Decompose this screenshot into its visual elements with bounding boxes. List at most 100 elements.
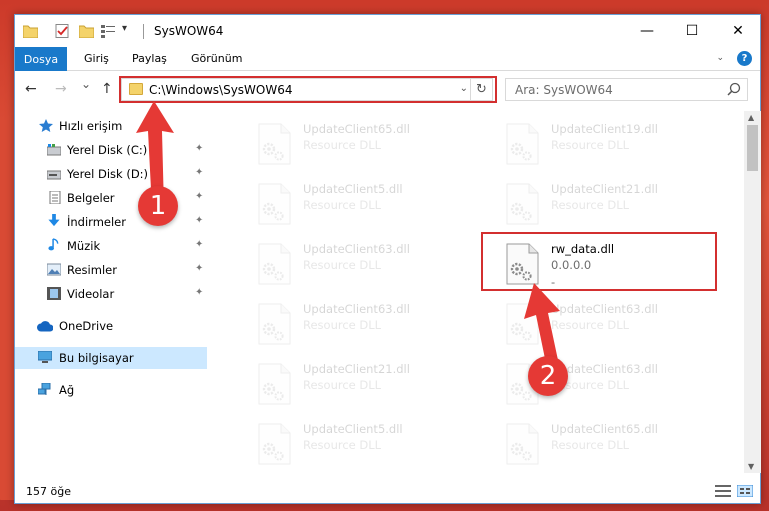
tab-file[interactable]: Dosya	[15, 47, 67, 71]
file-item[interactable]: UpdateClient65.dll Resource DLL	[229, 117, 469, 177]
forward-button[interactable]: →	[55, 81, 67, 97]
file-list: UpdateClient65.dll Resource DLL UpdateClie…	[209, 111, 743, 473]
search-box[interactable]: Ara: SysWOW64	[505, 78, 748, 101]
window-title: SysWOW64	[154, 24, 224, 38]
title-bar: ▾ SysWOW64 — ☐ ✕	[15, 15, 760, 47]
sidebar-item-network[interactable]: Ağ	[15, 379, 207, 401]
document-icon	[49, 191, 61, 204]
file-description: Resource DLL	[303, 378, 382, 392]
file-item[interactable]: UpdateClient5.dll Resource DLL	[229, 417, 469, 473]
dll-file-icon	[506, 183, 539, 225]
sidebar-item-videos[interactable]: Videolar ✦	[15, 283, 207, 305]
sidebar-item-label: Ağ	[59, 383, 75, 397]
file-name: UpdateClient65.dll	[551, 422, 658, 436]
explorer-window: ▾ SysWOW64 — ☐ ✕ Dosya Giriş Paylaş Görü…	[14, 14, 761, 504]
file-item[interactable]: UpdateClient5.dll Resource DLL	[229, 177, 469, 237]
video-icon	[47, 287, 61, 300]
back-button[interactable]: ←	[25, 81, 37, 97]
file-item[interactable]: UpdateClient63.dll Resource DLL	[477, 297, 717, 357]
item-count: 157 öğe	[26, 485, 71, 498]
details-view-icon[interactable]	[715, 485, 731, 497]
recent-locations-button[interactable]: ⌄	[81, 77, 91, 91]
pin-icon[interactable]: ✦	[195, 287, 203, 298]
file-description: Resource DLL	[551, 438, 630, 452]
scroll-down-icon[interactable]: ▼	[748, 462, 754, 471]
customize-toolbar-icon[interactable]: ▾	[122, 23, 127, 34]
close-button[interactable]: ✕	[715, 15, 761, 47]
navigation-bar: ← → ⌄ ↑ C:\Windows\SysWOW64 ⌄ ↻ Ara: Sys…	[15, 71, 760, 107]
sidebar-item-onedrive[interactable]: OneDrive	[15, 315, 207, 337]
dll-file-icon	[258, 423, 291, 465]
dll-file-icon	[506, 123, 539, 165]
dll-file-icon	[258, 243, 291, 285]
maximize-icon: ☐	[685, 23, 699, 39]
sidebar-item-label: Müzik	[67, 239, 101, 253]
pin-icon[interactable]: ✦	[195, 239, 203, 250]
sidebar-item-label: Hızlı erişim	[59, 119, 123, 133]
sidebar-item-music[interactable]: Müzik ✦	[15, 235, 207, 257]
drive-icon	[47, 144, 61, 156]
download-icon	[48, 214, 60, 227]
status-bar: 157 öğe	[15, 475, 760, 503]
file-description: Resource DLL	[551, 138, 630, 152]
sidebar-item-this-pc[interactable]: Bu bilgisayar	[15, 347, 207, 369]
sidebar-item-label: Videolar	[67, 287, 115, 301]
dll-file-icon	[258, 363, 291, 405]
tab-home[interactable]: Giriş	[84, 52, 109, 65]
scroll-thumb[interactable]	[747, 125, 758, 171]
sidebar-item-label: OneDrive	[59, 319, 114, 333]
file-description: Resource DLL	[303, 138, 382, 152]
pin-icon[interactable]: ✦	[195, 215, 203, 226]
tab-share[interactable]: Paylaş	[132, 52, 167, 65]
file-name: UpdateClient19.dll	[551, 122, 658, 136]
pin-icon[interactable]: ✦	[195, 263, 203, 274]
ribbon-tabs: Dosya Giriş Paylaş Görünüm ⌄ ?	[15, 47, 760, 71]
maximize-button[interactable]: ☐	[669, 15, 715, 47]
star-icon	[39, 119, 53, 132]
folder-icon	[23, 25, 38, 38]
file-name: UpdateClient5.dll	[303, 182, 403, 196]
file-description: Resource DLL	[303, 198, 382, 212]
pictures-icon	[47, 263, 61, 276]
file-name: UpdateClient65.dll	[303, 122, 410, 136]
file-item[interactable]: UpdateClient19.dll Resource DLL	[477, 117, 717, 177]
sidebar-item-label: İndirmeler	[67, 215, 126, 229]
help-icon[interactable]: ?	[737, 51, 752, 66]
sidebar-item-label: Resimler	[67, 263, 117, 277]
minimize-icon: —	[640, 23, 654, 39]
address-highlight-box	[119, 76, 497, 103]
properties-icon[interactable]	[55, 24, 70, 38]
sidebar-item-label: Bu bilgisayar	[59, 351, 134, 365]
file-item[interactable]: UpdateClient21.dll Resource DLL	[477, 177, 717, 237]
title-separator	[143, 24, 144, 39]
dll-file-icon	[506, 423, 539, 465]
dll-file-icon	[258, 183, 291, 225]
file-item[interactable]: UpdateClient65.dll Resource DLL	[477, 417, 717, 473]
file-name: UpdateClient63.dll	[303, 242, 410, 256]
music-icon	[48, 238, 59, 251]
pin-icon[interactable]: ✦	[195, 191, 203, 202]
file-item[interactable]: UpdateClient63.dll Resource DLL	[229, 237, 469, 297]
expand-ribbon-icon[interactable]: ⌄	[716, 53, 724, 63]
file-item[interactable]: UpdateClient21.dll Resource DLL	[229, 357, 469, 417]
minimize-button[interactable]: —	[624, 15, 670, 47]
file-item[interactable]: UpdateClient63.dll Resource DLL	[477, 357, 717, 417]
pin-icon[interactable]: ✦	[195, 143, 203, 154]
up-button[interactable]: ↑	[101, 81, 113, 97]
pin-icon[interactable]: ✦	[195, 167, 203, 178]
tiles-view-icon[interactable]	[737, 485, 753, 497]
search-icon[interactable]	[727, 82, 741, 96]
new-folder-icon[interactable]	[79, 24, 94, 38]
file-item[interactable]: UpdateClient63.dll Resource DLL	[229, 297, 469, 357]
tab-view[interactable]: Görünüm	[191, 52, 242, 65]
close-icon: ✕	[732, 23, 744, 39]
file-name: UpdateClient21.dll	[551, 182, 658, 196]
drive-icon	[47, 170, 61, 180]
rename-icon[interactable]	[101, 24, 116, 38]
cloud-icon	[37, 321, 53, 332]
file-description: Resource DLL	[303, 438, 382, 452]
file-description: Resource DLL	[303, 258, 382, 272]
scroll-up-icon[interactable]: ▲	[748, 113, 754, 122]
vertical-scrollbar[interactable]: ▲ ▼	[744, 111, 761, 473]
sidebar-item-pictures[interactable]: Resimler ✦	[15, 259, 207, 281]
